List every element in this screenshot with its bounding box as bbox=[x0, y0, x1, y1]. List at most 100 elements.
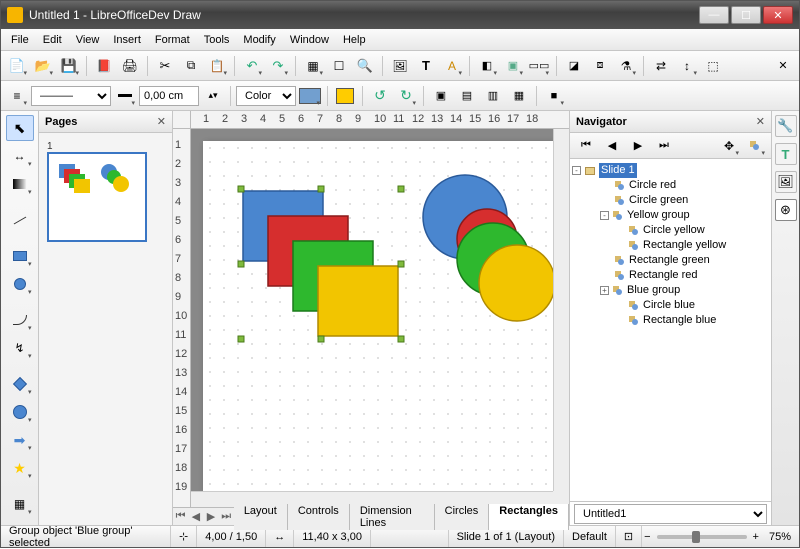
tab-next-icon[interactable]: ▶ bbox=[203, 510, 218, 523]
ellipse-tool[interactable] bbox=[6, 271, 34, 297]
tree-item[interactable]: Rectangle green bbox=[572, 253, 769, 268]
paste-button[interactable]: 📋 bbox=[205, 54, 229, 78]
line-style-button[interactable]: ≡ bbox=[5, 84, 29, 108]
nav-last-icon[interactable]: ⏭ bbox=[652, 134, 676, 158]
text-button[interactable]: T bbox=[414, 54, 438, 78]
menu-view[interactable]: View bbox=[70, 32, 106, 48]
zoom-in-icon[interactable]: + bbox=[753, 531, 759, 543]
rotate-right-icon[interactable]: ↻ bbox=[394, 84, 418, 108]
select-tool[interactable]: ⬉ bbox=[6, 115, 34, 141]
fontwork-button[interactable]: A bbox=[440, 54, 464, 78]
line-width-input[interactable] bbox=[139, 86, 199, 106]
3d-button[interactable]: ⬚ bbox=[701, 54, 725, 78]
tab-first-icon[interactable]: ⏮ bbox=[173, 510, 188, 523]
tree-item[interactable]: Rectangle yellow bbox=[572, 238, 769, 253]
rotate-left-icon[interactable]: ↺ bbox=[368, 84, 392, 108]
status-fit-icon[interactable]: ⊡ bbox=[616, 526, 642, 547]
flip-button[interactable]: ⇄ bbox=[649, 54, 673, 78]
distribute-button[interactable]: ▭▭ bbox=[527, 54, 551, 78]
open-button[interactable]: 📂 bbox=[31, 54, 55, 78]
close-button[interactable]: ✕ bbox=[763, 6, 793, 24]
guides-button[interactable]: ☐ bbox=[327, 54, 351, 78]
navigator-doc-select[interactable]: Untitled1 bbox=[574, 504, 767, 524]
layer-tab-dimension-lines[interactable]: Dimension Lines bbox=[350, 504, 435, 530]
tree-item[interactable]: Rectangle red bbox=[572, 268, 769, 283]
sidebar-tab-navigator[interactable]: ⊛ bbox=[775, 199, 797, 221]
navigator-tree[interactable]: -Slide 1Circle redCircle green-Yellow gr… bbox=[570, 159, 771, 501]
cut-button[interactable]: ✂ bbox=[153, 54, 177, 78]
menu-format[interactable]: Format bbox=[149, 32, 196, 48]
line-color-button[interactable] bbox=[113, 84, 137, 108]
redo-button[interactable]: ↷ bbox=[266, 54, 290, 78]
align-button[interactable]: ◧ bbox=[475, 54, 499, 78]
slide-thumbnail[interactable] bbox=[47, 152, 147, 242]
line-arrow-tool[interactable]: ↔ bbox=[6, 143, 34, 169]
status-zoom[interactable]: 75% bbox=[761, 526, 799, 547]
tab-last-icon[interactable]: ⏭ bbox=[219, 510, 234, 523]
gradient-tool[interactable] bbox=[6, 171, 34, 197]
forward-icon[interactable]: ▤ bbox=[455, 84, 479, 108]
curve-tool[interactable] bbox=[6, 307, 34, 333]
tree-item[interactable]: -Slide 1 bbox=[572, 163, 769, 178]
arrow-shapes-tool[interactable]: ➡ bbox=[6, 427, 34, 453]
shadow-toggle[interactable] bbox=[333, 84, 357, 108]
menu-help[interactable]: Help bbox=[337, 32, 372, 48]
line-tool[interactable] bbox=[6, 207, 34, 233]
minimize-button[interactable]: — bbox=[699, 6, 729, 24]
basic-shapes-tool[interactable] bbox=[6, 371, 34, 397]
rectangle-tool[interactable] bbox=[6, 243, 34, 269]
nav-dragmode-icon[interactable]: ✥ bbox=[717, 134, 741, 158]
zoom-slider[interactable] bbox=[657, 535, 747, 539]
grid-button[interactable]: ▦ bbox=[301, 54, 325, 78]
maximize-button[interactable]: ☐ bbox=[731, 6, 761, 24]
layer-tab-controls[interactable]: Controls bbox=[288, 504, 350, 530]
print-button[interactable]: 🖨 bbox=[118, 54, 142, 78]
star-shapes-tool[interactable]: ★ bbox=[6, 455, 34, 481]
extra-button[interactable]: ■ bbox=[542, 84, 566, 108]
to-back-icon[interactable]: ▦ bbox=[507, 84, 531, 108]
sidebar-tab-styles[interactable]: T bbox=[775, 143, 797, 165]
crop-button[interactable]: ⧈ bbox=[588, 54, 612, 78]
export-pdf-button[interactable]: 📕 bbox=[92, 54, 116, 78]
3d-shapes-tool[interactable]: ▦ bbox=[6, 491, 34, 517]
nav-first-icon[interactable]: ⏮ bbox=[574, 134, 598, 158]
undo-button[interactable]: ↶ bbox=[240, 54, 264, 78]
zoom-out-icon[interactable]: − bbox=[644, 531, 650, 543]
menu-file[interactable]: File bbox=[5, 32, 35, 48]
vertical-scrollbar[interactable] bbox=[553, 129, 569, 491]
menu-tools[interactable]: Tools bbox=[198, 32, 236, 48]
copy-button[interactable]: ⧉ bbox=[179, 54, 203, 78]
to-front-icon[interactable]: ▣ bbox=[429, 84, 453, 108]
backward-icon[interactable]: ▥ bbox=[481, 84, 505, 108]
layer-tab-circles[interactable]: Circles bbox=[435, 504, 490, 530]
tree-item[interactable]: Circle blue bbox=[572, 298, 769, 313]
sidebar-tab-properties[interactable]: 🔧 bbox=[775, 115, 797, 137]
nav-prev-icon[interactable]: ◀ bbox=[600, 134, 624, 158]
arrange-button[interactable]: ▣ bbox=[501, 54, 525, 78]
symbol-shapes-tool[interactable] bbox=[6, 399, 34, 425]
layer-tab-rectangles[interactable]: Rectangles bbox=[489, 504, 569, 530]
nav-shapes-icon[interactable] bbox=[743, 134, 767, 158]
shadow-button[interactable]: ◪ bbox=[562, 54, 586, 78]
connector-tool[interactable]: ↯ bbox=[6, 335, 34, 361]
tree-item[interactable]: -Yellow group bbox=[572, 208, 769, 223]
zoom-button[interactable]: 🔍 bbox=[353, 54, 377, 78]
navigator-close-icon[interactable]: ✕ bbox=[756, 115, 765, 128]
tree-item[interactable]: Circle red bbox=[572, 178, 769, 193]
image-button[interactable]: 🖼 bbox=[388, 54, 412, 78]
fill-color-button[interactable] bbox=[298, 84, 322, 108]
sidebar-tab-gallery[interactable]: 🖼 bbox=[775, 171, 797, 193]
spinner-icon[interactable]: ▴▾ bbox=[201, 84, 225, 108]
pages-panel-close-icon[interactable]: ✕ bbox=[157, 115, 166, 128]
close-toolbar-icon[interactable]: ✕ bbox=[771, 54, 795, 78]
filter-button[interactable]: ⚗ bbox=[614, 54, 638, 78]
menu-window[interactable]: Window bbox=[284, 32, 335, 48]
drawing-viewport[interactable] bbox=[191, 129, 553, 491]
nav-next-icon[interactable]: ▶ bbox=[626, 134, 650, 158]
tree-item[interactable]: Rectangle blue bbox=[572, 313, 769, 328]
save-button[interactable]: 💾 bbox=[57, 54, 81, 78]
tree-item[interactable]: +Blue group bbox=[572, 283, 769, 298]
fill-type-select[interactable]: Color bbox=[236, 86, 296, 106]
drawing-page[interactable] bbox=[203, 141, 553, 491]
menu-modify[interactable]: Modify bbox=[237, 32, 281, 48]
